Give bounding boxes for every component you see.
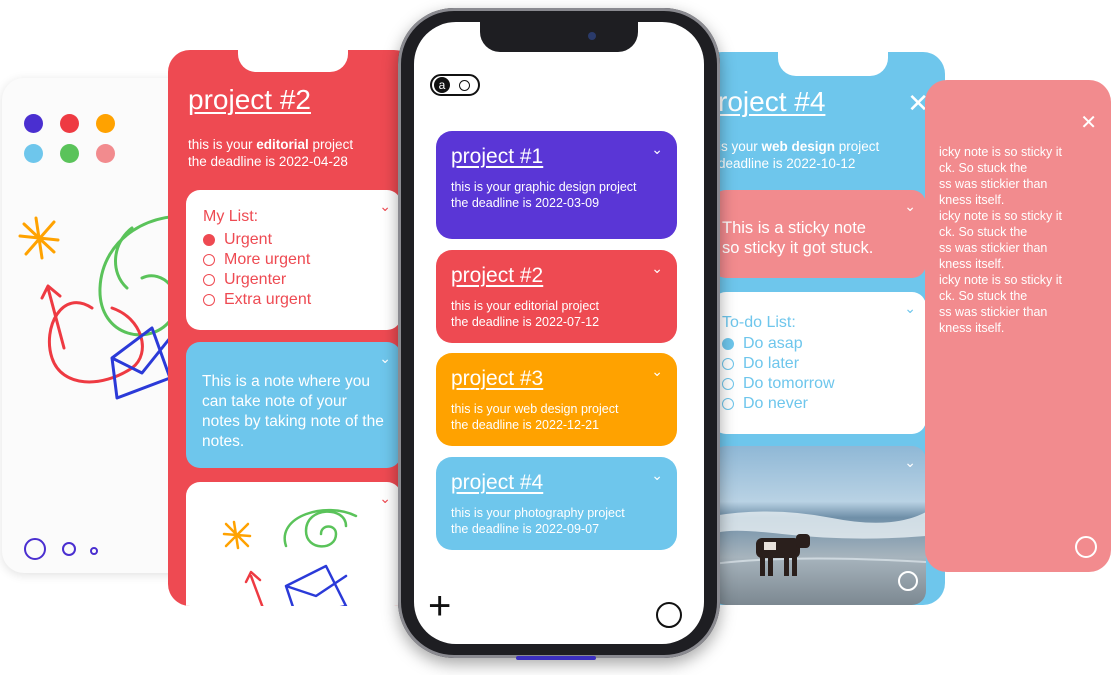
deadline: the deadline is 2022-04-28 — [188, 154, 348, 169]
project-title: project #3 — [451, 367, 544, 390]
sticky-note-card[interactable]: ⌄ This is a sticky note so sticky it got… — [712, 190, 926, 278]
logo-letter-icon: a — [434, 77, 450, 93]
deadline: the deadline is 2022-09-07 — [451, 522, 600, 536]
note-text: icky note is so sticky it ck. So stuck t… — [939, 145, 1062, 335]
project-description: is your web design project deadline is 2… — [718, 138, 879, 172]
radio-icon[interactable] — [203, 254, 215, 266]
desc-prefix: this is your — [188, 137, 257, 152]
circle-medium-icon[interactable] — [62, 542, 76, 556]
app-logo[interactable]: a — [430, 74, 480, 96]
desc-bold: web design — [761, 139, 836, 154]
deadline: the deadline is 2022-12-21 — [451, 418, 600, 432]
circle-button[interactable] — [898, 571, 918, 591]
project-title: project #4 — [451, 471, 544, 494]
radio-icon[interactable] — [722, 358, 734, 370]
chevron-down-icon[interactable]: ⌄ — [651, 260, 663, 277]
project-description: this is your graphic design project the … — [451, 180, 637, 210]
project-title: roject #4 — [718, 86, 826, 117]
sticky-note-text: This is a sticky note so sticky it got s… — [722, 219, 874, 257]
list-item[interactable]: Extra urgent — [203, 290, 311, 310]
palette-dot-red[interactable] — [60, 114, 79, 133]
circle-large-icon[interactable] — [24, 538, 46, 560]
chevron-down-icon[interactable]: ⌄ — [651, 467, 663, 484]
project-card-4[interactable]: project #4 ⌄ this is your photography pr… — [436, 457, 677, 550]
phone-frame: a project #1 ⌄ this is your graphic desi… — [398, 8, 720, 660]
todo-item[interactable]: Do later — [722, 354, 835, 374]
deadline: deadline is 2022-10-12 — [718, 156, 856, 171]
add-button[interactable]: + — [428, 586, 451, 626]
project-description: this is your web design project the dead… — [451, 402, 619, 432]
todo-title: To-do List: — [722, 314, 796, 331]
deadline: the deadline is 2022-07-12 — [451, 315, 600, 329]
radio-icon[interactable] — [203, 234, 215, 246]
notch — [778, 52, 888, 76]
palette-dot-pink[interactable] — [96, 144, 115, 163]
chevron-down-icon[interactable]: ⌄ — [651, 141, 663, 158]
home-indicator — [516, 656, 596, 660]
list-card[interactable]: ⌄ My List: Urgent More urgent Urgenter E… — [186, 190, 401, 330]
note-text: This is a note where you can take note o… — [202, 373, 384, 450]
phone-screen: a project #1 ⌄ this is your graphic desi… — [414, 22, 704, 644]
chevron-down-icon[interactable]: ⌄ — [379, 198, 391, 215]
desc-prefix: is your — [718, 139, 762, 154]
chevron-down-icon[interactable]: ⌄ — [651, 363, 663, 380]
palette-dot-purple[interactable] — [24, 114, 43, 133]
close-icon[interactable]: ✕ — [1080, 110, 1097, 135]
palette-dot-orange[interactable] — [96, 114, 115, 133]
chevron-down-icon[interactable]: ⌄ — [904, 198, 916, 215]
todo-card[interactable]: ⌄ To-do List: Do asap Do later Do tomorr… — [712, 292, 926, 434]
red-screen: project #2 this is your editorial projec… — [168, 50, 416, 606]
circle-button[interactable] — [656, 602, 682, 628]
list: Urgent More urgent Urgenter Extra urgent — [203, 230, 311, 310]
doodle-drawing — [222, 508, 358, 606]
project-card-1[interactable]: project #1 ⌄ this is your graphic design… — [436, 131, 677, 239]
palette-dot-green[interactable] — [60, 144, 79, 163]
chevron-down-icon[interactable]: ⌄ — [379, 350, 391, 367]
circle-button[interactable] — [1075, 536, 1097, 558]
desc-suffix: project — [308, 137, 354, 152]
project-card-3[interactable]: project #3 ⌄ this is your web design pro… — [436, 353, 677, 446]
project-card-2[interactable]: project #2 ⌄ this is your editorial proj… — [436, 250, 677, 343]
project-title: project #1 — [451, 145, 544, 168]
desc-suffix: project — [835, 139, 880, 154]
photo-card[interactable]: ⌄ — [712, 446, 926, 605]
blue-screen: roject #4 ✕ is your web design project d… — [700, 52, 945, 605]
radio-icon[interactable] — [722, 378, 734, 390]
chevron-down-icon[interactable]: ⌄ — [379, 490, 391, 507]
logo-circle-icon — [459, 80, 470, 91]
todo-item[interactable]: Do tomorrow — [722, 374, 835, 394]
palette-dot-blue[interactable] — [24, 144, 43, 163]
phone-notch — [480, 22, 638, 52]
todo-item[interactable]: Do asap — [722, 334, 835, 354]
deadline: the deadline is 2022-03-09 — [451, 196, 600, 210]
radio-icon[interactable] — [203, 274, 215, 286]
notch — [238, 50, 348, 72]
project-description: this is your editorial project the deadl… — [188, 136, 353, 170]
project-title: project #2 — [188, 84, 311, 115]
list-item[interactable]: More urgent — [203, 250, 311, 270]
chevron-down-icon[interactable]: ⌄ — [904, 300, 916, 317]
project-title: project #2 — [451, 264, 544, 287]
list-item[interactable]: Urgenter — [203, 270, 311, 290]
drawing-card[interactable]: ⌄ — [186, 482, 401, 606]
radio-icon[interactable] — [722, 338, 734, 350]
cow-photo — [712, 511, 926, 576]
project-description: this is your photography project the dea… — [451, 506, 625, 536]
radio-icon[interactable] — [722, 398, 734, 410]
desc-bold: editorial — [256, 137, 309, 152]
todo-list: Do asap Do later Do tomorrow Do never — [722, 334, 835, 414]
radio-icon[interactable] — [203, 294, 215, 306]
todo-item[interactable]: Do never — [722, 394, 835, 414]
camera-icon — [588, 32, 596, 40]
circle-small-icon[interactable] — [90, 547, 98, 555]
list-title: My List: — [203, 208, 259, 225]
list-item[interactable]: Urgent — [203, 230, 311, 250]
project-description: this is your editorial project the deadl… — [451, 299, 600, 329]
pink-screen: ✕ icky note is so sticky it ck. So stuck… — [925, 80, 1111, 572]
note-card[interactable]: ⌄ This is a note where you can take note… — [186, 342, 401, 468]
